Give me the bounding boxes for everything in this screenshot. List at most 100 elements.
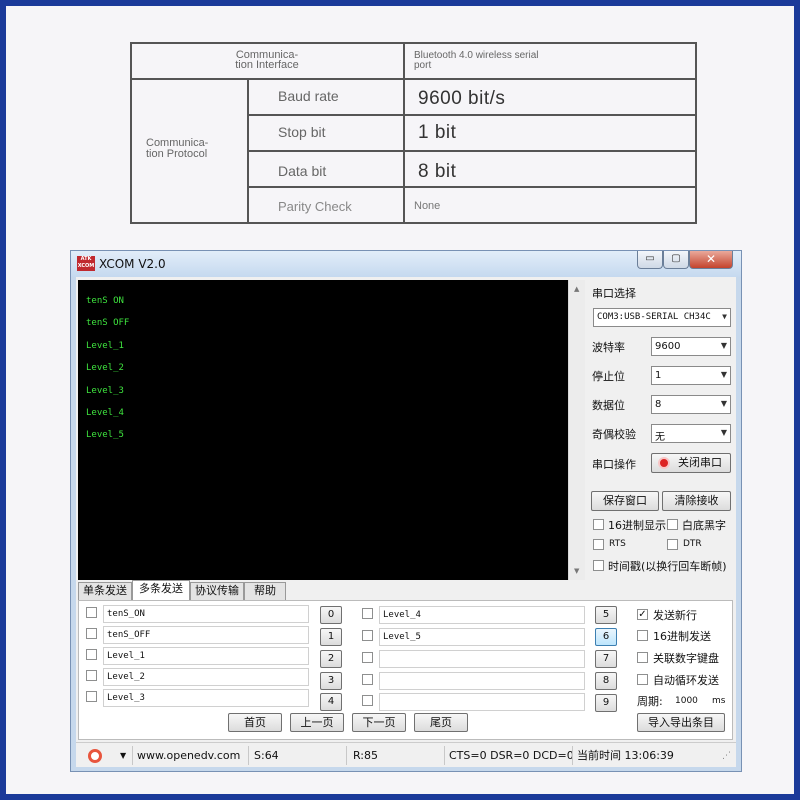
- receive-line: Level_5: [86, 430, 124, 440]
- hex-display-label: 16进制显示: [608, 519, 666, 532]
- send-item-checkbox[interactable]: [362, 674, 373, 685]
- send-item-button[interactable]: 0: [320, 606, 342, 624]
- send-item-button[interactable]: 9: [595, 694, 617, 712]
- spec-row-name: Parity Check: [278, 199, 352, 214]
- baud-select[interactable]: 9600 ▼: [651, 337, 731, 356]
- client-area: tenS ON tenS OFF Level_1 Level_2 Level_3…: [76, 277, 736, 767]
- send-item-input[interactable]: [379, 672, 585, 690]
- send-item-checkbox[interactable]: [86, 607, 97, 618]
- spec-row-value: 8 bit: [418, 161, 457, 182]
- white-black-checkbox[interactable]: [667, 519, 678, 530]
- maximize-button[interactable]: ▢: [663, 251, 689, 269]
- send-item-button[interactable]: 2: [320, 650, 342, 668]
- send-item-button[interactable]: 4: [320, 693, 342, 711]
- send-item-input[interactable]: [379, 650, 585, 668]
- sent-count: S:64: [254, 749, 279, 762]
- rts-label: RTS: [609, 539, 626, 549]
- send-item-button[interactable]: 1: [320, 628, 342, 646]
- website-link[interactable]: www.openedv.com: [137, 746, 240, 766]
- send-item-checkbox[interactable]: [362, 695, 373, 706]
- stop-bit-label: 停止位: [592, 370, 625, 383]
- receive-area[interactable]: tenS ON tenS OFF Level_1 Level_2 Level_3…: [78, 280, 568, 580]
- send-item-checkbox[interactable]: [86, 670, 97, 681]
- close-icon: ✕: [705, 252, 717, 266]
- send-item-input[interactable]: tenS_ON: [103, 605, 309, 623]
- send-item-checkbox[interactable]: [362, 652, 373, 663]
- receive-line: Level_1: [86, 341, 124, 351]
- send-item-input[interactable]: Level_1: [103, 647, 309, 665]
- spec-row-value: 9600 bit/s: [418, 88, 506, 109]
- port-select-label: 串口选择: [592, 287, 636, 300]
- import-export-button[interactable]: 导入导出条目: [637, 713, 725, 732]
- next-page-button[interactable]: 下一页: [352, 713, 406, 732]
- send-item-button[interactable]: 5: [595, 606, 617, 624]
- maximize-icon: ▢: [671, 253, 681, 264]
- auto-loop-checkbox[interactable]: [637, 674, 648, 685]
- scroll-up-icon[interactable]: ▲: [574, 285, 579, 293]
- close-port-button[interactable]: 关闭串口: [651, 453, 731, 473]
- data-bit-select[interactable]: 8 ▼: [651, 395, 731, 414]
- comm-interface-label: Communica- tion Interface: [235, 49, 299, 71]
- port-status-icon: [658, 457, 670, 469]
- period-label: 周期:: [637, 695, 663, 708]
- send-item-button[interactable]: 3: [320, 672, 342, 690]
- dtr-checkbox[interactable]: [667, 539, 678, 550]
- scroll-down-icon[interactable]: ▼: [574, 567, 579, 575]
- xcom-window: ATK XCOM XCOM V2.0 ▭ ▢ ✕ tenS ON tenS OF…: [70, 250, 742, 772]
- tab-single-send[interactable]: 单条发送: [78, 582, 132, 600]
- send-item-input[interactable]: Level_4: [379, 606, 585, 624]
- spec-table: Communica- tion Interface Bluetooth 4.0 …: [130, 42, 697, 224]
- spec-row-name: Data bit: [278, 163, 327, 179]
- period-input[interactable]: 1000: [671, 692, 705, 710]
- dtr-label: DTR: [683, 539, 702, 549]
- send-item-checkbox[interactable]: [86, 628, 97, 639]
- receive-scrollbar[interactable]: ▲ ▼: [568, 280, 585, 580]
- send-item-input[interactable]: Level_2: [103, 668, 309, 686]
- settings-gear-icon[interactable]: [88, 749, 102, 763]
- send-item-input[interactable]: tenS_OFF: [103, 626, 309, 644]
- stop-bit-select[interactable]: 1 ▼: [651, 366, 731, 385]
- auto-loop-label: 自动循环发送: [653, 674, 719, 687]
- prev-page-button[interactable]: 上一页: [290, 713, 344, 732]
- send-item-checkbox[interactable]: [362, 630, 373, 641]
- signal-status: CTS=0 DSR=0 DCD=0: [449, 749, 574, 762]
- hex-send-checkbox[interactable]: [637, 630, 648, 641]
- send-newline-checkbox[interactable]: ✓: [637, 609, 648, 620]
- receive-line: Level_2: [86, 363, 124, 373]
- send-item-checkbox[interactable]: [362, 608, 373, 619]
- tab-help[interactable]: 帮助: [244, 582, 286, 600]
- status-bar: ▼ www.openedv.com S:64 R:85 CTS=0 DSR=0 …: [76, 742, 736, 767]
- chevron-down-icon[interactable]: ▼: [120, 746, 126, 766]
- send-item-checkbox[interactable]: [86, 691, 97, 702]
- title-bar[interactable]: ATK XCOM XCOM V2.0 ▭ ▢ ✕: [71, 251, 741, 277]
- send-item-input[interactable]: Level_3: [103, 689, 309, 707]
- clear-receive-button[interactable]: 清除接收: [662, 491, 731, 511]
- last-page-button[interactable]: 尾页: [414, 713, 468, 732]
- send-item-button[interactable]: 7: [595, 650, 617, 668]
- spec-row-value: None: [414, 200, 441, 212]
- port-op-label: 串口操作: [592, 458, 636, 471]
- send-item-button[interactable]: 6: [595, 628, 617, 646]
- port-select[interactable]: COM3:USB-SERIAL CH34C ▼: [593, 308, 731, 327]
- send-item-checkbox[interactable]: [86, 649, 97, 660]
- tab-multi-send[interactable]: 多条发送: [132, 580, 190, 601]
- chevron-down-icon: ▼: [722, 312, 727, 321]
- comm-interface-value: Bluetooth 4.0 wireless serial port: [414, 50, 539, 71]
- send-item-button[interactable]: 8: [595, 672, 617, 690]
- receive-line: tenS OFF: [86, 318, 130, 328]
- tab-protocol[interactable]: 协议传输: [190, 582, 244, 600]
- save-window-button[interactable]: 保存窗口: [591, 491, 659, 511]
- link-keypad-checkbox[interactable]: [637, 652, 648, 663]
- minimize-icon: ▭: [645, 253, 655, 264]
- first-page-button[interactable]: 首页: [228, 713, 282, 732]
- resize-grip-icon[interactable]: ⋰: [722, 746, 731, 766]
- close-button[interactable]: ✕: [689, 251, 733, 269]
- rts-checkbox[interactable]: [593, 539, 604, 550]
- parity-select[interactable]: 无 ▼: [651, 424, 731, 443]
- send-item-input[interactable]: [379, 693, 585, 711]
- hex-display-checkbox[interactable]: [593, 519, 604, 530]
- send-item-input[interactable]: Level_5: [379, 628, 585, 646]
- minimize-button[interactable]: ▭: [637, 251, 663, 269]
- timestamp-checkbox[interactable]: [593, 560, 604, 571]
- received-count: R:85: [353, 749, 379, 762]
